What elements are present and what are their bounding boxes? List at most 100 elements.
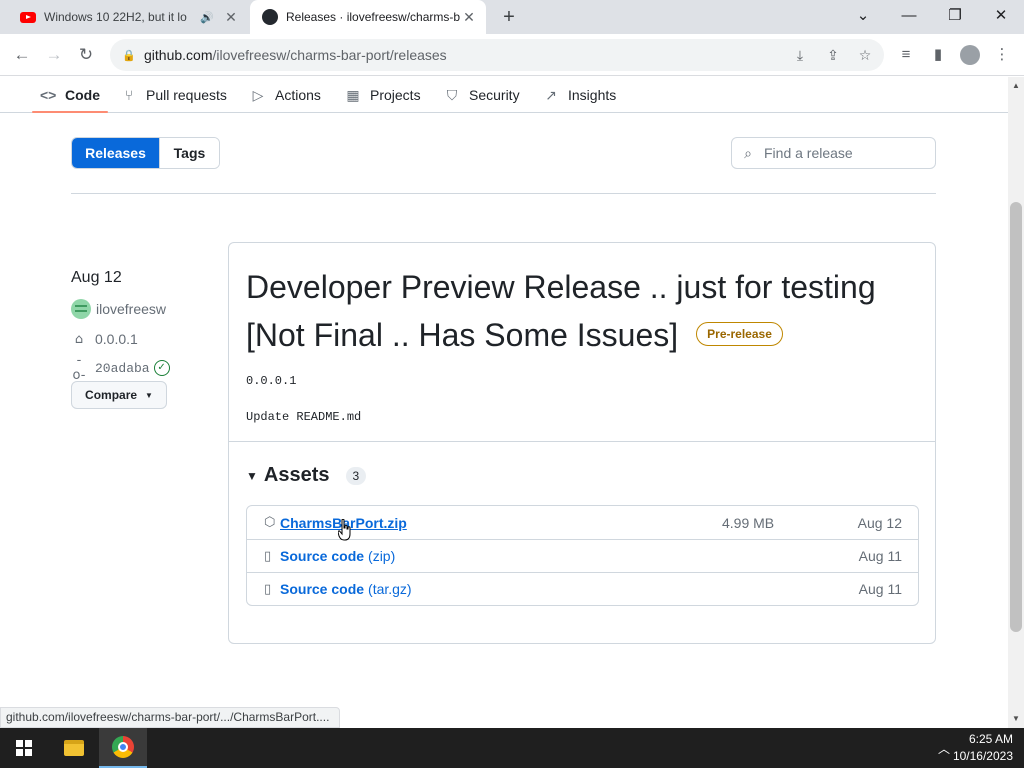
folder-icon xyxy=(64,740,84,756)
forward-button[interactable]: → xyxy=(42,43,66,67)
status-link-bubble: github.com/ilovefreesw/charms-bar-port/.… xyxy=(0,707,341,728)
github-icon xyxy=(262,9,278,25)
tab-insights[interactable]: ↗ Insights xyxy=(543,77,616,113)
asset-name[interactable]: Source code xyxy=(280,548,364,564)
assets-count-badge: 3 xyxy=(345,466,367,485)
tags-button[interactable]: Tags xyxy=(159,138,219,168)
profile-avatar-icon xyxy=(960,45,980,65)
tab-search-chevron-icon[interactable]: ⌄ xyxy=(848,4,878,28)
release-tag-text: 0.0.0.1 xyxy=(246,374,297,388)
pull-request-icon: ⑂ xyxy=(124,87,134,103)
tab-actions[interactable]: ▷ Actions xyxy=(250,77,321,113)
browser-tab-github[interactable]: Releases · ilovefreesw/charms-b ✕ xyxy=(250,0,486,34)
tab-title: Releases · ilovefreesw/charms-b xyxy=(286,10,460,24)
compare-label: Compare xyxy=(85,388,138,402)
start-button[interactable] xyxy=(0,728,48,768)
compare-button[interactable]: Compare ▼ xyxy=(71,381,167,409)
asset-link[interactable]: Source code (tar.gz) xyxy=(280,581,412,597)
profile-button[interactable] xyxy=(958,43,982,67)
caret-down-icon: ▼ xyxy=(145,390,153,400)
tab-code[interactable]: <> Code xyxy=(32,77,108,113)
file-explorer-taskbar-item[interactable] xyxy=(50,728,98,768)
browser-tab-youtube[interactable]: Windows 10 22H2, but it lo 🔊 ✕ xyxy=(8,0,248,34)
new-tab-button[interactable]: + xyxy=(498,6,520,29)
hand-cursor-icon xyxy=(338,519,351,541)
prerelease-badge: Pre-release xyxy=(696,321,783,346)
back-button[interactable]: ← xyxy=(10,43,34,67)
release-title[interactable]: Developer Preview Release .. just for te… xyxy=(246,263,906,359)
asset-date: Aug 12 xyxy=(857,514,902,531)
divider xyxy=(229,441,935,442)
close-window-button[interactable]: ✕ xyxy=(986,4,1016,28)
browser-toolbar: ← → ↻ 🔒 github.com/ilovefreesw/charms-ba… xyxy=(0,34,1024,76)
asset-suffix[interactable]: (tar.gz) xyxy=(368,581,412,597)
address-bar[interactable]: 🔒 github.com/ilovefreesw/charms-bar-port… xyxy=(110,39,884,71)
taskbar-clock[interactable]: 6:25 AM 10/16/2023 xyxy=(953,731,1013,765)
chrome-icon xyxy=(112,736,134,758)
table-icon: ▦ xyxy=(346,86,360,103)
tab-projects[interactable]: ▦ Projects xyxy=(345,77,421,113)
verified-check-icon[interactable]: ✓ xyxy=(153,360,170,376)
release-body: Update README.md xyxy=(246,410,362,424)
speaker-icon[interactable]: 🔊 xyxy=(200,11,218,24)
scroll-up-arrow-icon[interactable]: ▲ xyxy=(1008,79,1024,93)
assets-toggle[interactable]: ▼ Assets 3 xyxy=(246,464,367,487)
asset-link[interactable]: Source code (zip) xyxy=(280,548,395,564)
code-icon: <> xyxy=(40,87,57,103)
page-scrollbar[interactable]: ▲ ▼ xyxy=(1008,77,1024,728)
share-icon[interactable]: ⇪ xyxy=(821,43,845,67)
close-tab-icon[interactable]: ✕ xyxy=(222,9,240,26)
releases-tags-toggle: Releases Tags xyxy=(71,137,220,169)
minimize-button[interactable]: — xyxy=(894,4,924,28)
release-title-text[interactable]: Developer Preview Release .. just for te… xyxy=(246,269,876,353)
find-release-input[interactable] xyxy=(764,145,924,161)
author-name[interactable]: ilovefreesw xyxy=(96,301,166,317)
windows-logo-icon xyxy=(16,740,32,756)
browser-tab-strip: Windows 10 22H2, but it lo 🔊 ✕ Releases … xyxy=(0,0,1024,34)
asset-suffix[interactable]: (zip) xyxy=(368,548,395,564)
restore-button[interactable]: ❐ xyxy=(940,4,970,28)
windows-taskbar: ︿ 6:25 AM 10/16/2023 xyxy=(0,728,1024,768)
tab-security[interactable]: ⛉ Security xyxy=(444,77,520,113)
scroll-thumb[interactable] xyxy=(1010,202,1022,632)
file-zip-icon: ▯ xyxy=(264,548,272,564)
close-tab-icon[interactable]: ✕ xyxy=(460,9,478,26)
reload-button[interactable]: ↻ xyxy=(74,43,98,67)
divider xyxy=(71,193,936,194)
tray-chevron-up-icon[interactable]: ︿ xyxy=(938,740,950,757)
tab-pull-requests[interactable]: ⑂ Pull requests xyxy=(121,77,227,113)
search-icon: ⌕ xyxy=(744,144,752,161)
release-tag[interactable]: ⌂ 0.0.0.1 xyxy=(71,331,138,347)
repo-nav: <> Code ⑂ Pull requests ▷ Actions ▦ Proj… xyxy=(0,77,1008,113)
menu-kebab-icon[interactable]: ⋮ xyxy=(990,43,1014,67)
triangle-down-icon: ▼ xyxy=(246,468,258,483)
bookmark-star-icon[interactable]: ☆ xyxy=(853,43,877,67)
chrome-taskbar-item[interactable] xyxy=(99,728,147,768)
lock-icon[interactable]: 🔒 xyxy=(122,49,136,62)
release-commit[interactable]: -o- 20adaba ✓ xyxy=(71,353,170,383)
commit-icon: -o- xyxy=(72,353,86,383)
asset-row: ▯ Source code (tar.gz) Aug 11 xyxy=(247,572,918,605)
tab-label: Code xyxy=(65,87,100,103)
tag-icon: ⌂ xyxy=(74,331,84,347)
clock-time: 6:25 AM xyxy=(968,732,1013,746)
asset-name[interactable]: Source code xyxy=(280,581,364,597)
side-panel-icon[interactable]: ▮ xyxy=(926,43,950,67)
file-zip-icon: ▯ xyxy=(264,581,272,597)
scroll-down-arrow-icon[interactable]: ▼ xyxy=(1008,712,1024,726)
url-host: github.com xyxy=(144,47,213,63)
release-card: Developer Preview Release .. just for te… xyxy=(228,242,936,644)
asset-row: ▯ Source code (zip) Aug 11 xyxy=(247,539,918,572)
tab-label: Projects xyxy=(370,87,421,103)
url-path: /ilovefreesw/charms-bar-port/releases xyxy=(212,47,447,63)
tab-label: Insights xyxy=(568,87,617,103)
tab-label: Security xyxy=(469,87,520,103)
tag-name[interactable]: 0.0.0.1 xyxy=(95,331,138,347)
install-icon[interactable]: ⤓ xyxy=(788,43,812,67)
play-icon: ▷ xyxy=(252,86,264,103)
author-avatar[interactable] xyxy=(71,299,91,319)
reading-list-icon[interactable]: ≡ xyxy=(894,43,918,67)
release-author[interactable]: ilovefreesw xyxy=(71,299,166,319)
commit-sha[interactable]: 20adaba xyxy=(95,361,150,376)
releases-button[interactable]: Releases xyxy=(72,138,159,168)
